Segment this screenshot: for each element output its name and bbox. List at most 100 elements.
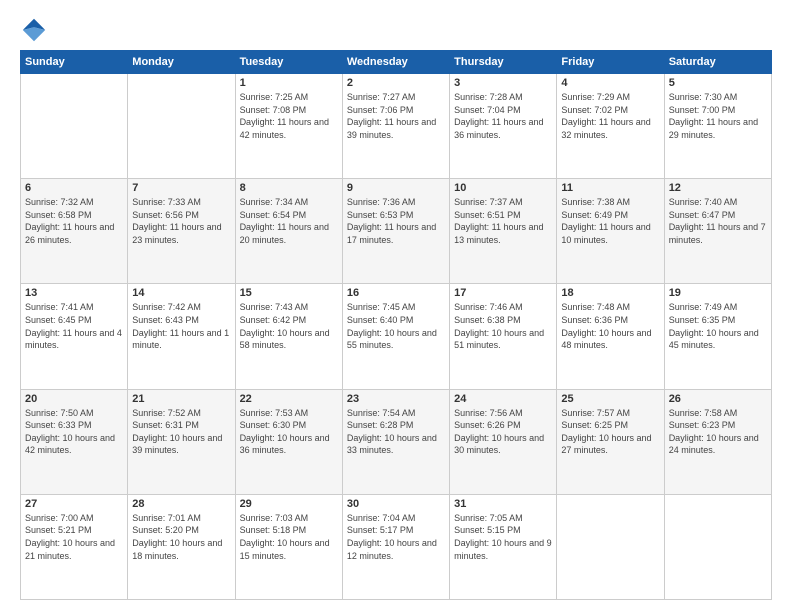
weekday-header-monday: Monday	[128, 51, 235, 74]
week-row-4: 27 Sunrise: 7:00 AM Sunset: 5:21 PM Dayli…	[21, 494, 772, 599]
day-number: 3	[454, 77, 552, 89]
day-info: Sunrise: 7:00 AM Sunset: 5:21 PM Dayligh…	[25, 512, 123, 562]
calendar-cell: 5 Sunrise: 7:30 AM Sunset: 7:00 PM Daylig…	[664, 74, 771, 179]
calendar-cell: 23 Sunrise: 7:54 AM Sunset: 6:28 PM Dayli…	[342, 389, 449, 494]
calendar-cell: 1Sunrise: 7:25 AM Sunset: 7:08 PM Daylig…	[235, 74, 342, 179]
day-info: Sunrise: 7:28 AM Sunset: 7:04 PM Dayligh…	[454, 91, 552, 141]
day-info: Sunrise: 7:40 AM Sunset: 6:47 PM Dayligh…	[669, 196, 767, 246]
day-info: Sunrise: 7:30 AM Sunset: 7:00 PM Dayligh…	[669, 91, 767, 141]
calendar-page: SundayMondayTuesdayWednesdayThursdayFrid…	[0, 0, 792, 612]
calendar-cell: 31 Sunrise: 7:05 AM Sunset: 5:15 PM Dayli…	[450, 494, 557, 599]
day-info: Sunrise: 7:32 AM Sunset: 6:58 PM Dayligh…	[25, 196, 123, 246]
day-info: Sunrise: 7:52 AM Sunset: 6:31 PM Dayligh…	[132, 407, 230, 457]
weekday-header-row: SundayMondayTuesdayWednesdayThursdayFrid…	[21, 51, 772, 74]
day-info: Sunrise: 7:57 AM Sunset: 6:25 PM Dayligh…	[561, 407, 659, 457]
day-number: 28	[132, 498, 230, 510]
week-row-2: 13 Sunrise: 7:41 AM Sunset: 6:45 PM Dayli…	[21, 284, 772, 389]
day-info: Sunrise: 7:58 AM Sunset: 6:23 PM Dayligh…	[669, 407, 767, 457]
calendar-cell: 14 Sunrise: 7:42 AM Sunset: 6:43 PM Dayli…	[128, 284, 235, 389]
day-info: Sunrise: 7:50 AM Sunset: 6:33 PM Dayligh…	[25, 407, 123, 457]
day-number: 15	[240, 287, 338, 299]
calendar-cell: 18 Sunrise: 7:48 AM Sunset: 6:36 PM Dayli…	[557, 284, 664, 389]
day-number: 11	[561, 182, 659, 194]
day-info: Sunrise: 7:53 AM Sunset: 6:30 PM Dayligh…	[240, 407, 338, 457]
week-row-1: 6 Sunrise: 7:32 AM Sunset: 6:58 PM Daylig…	[21, 179, 772, 284]
calendar-cell	[664, 494, 771, 599]
day-number: 10	[454, 182, 552, 194]
calendar-cell: 8 Sunrise: 7:34 AM Sunset: 6:54 PM Daylig…	[235, 179, 342, 284]
day-info: Sunrise: 7:54 AM Sunset: 6:28 PM Dayligh…	[347, 407, 445, 457]
day-number: 31	[454, 498, 552, 510]
calendar-cell: 19Sunrise: 7:49 AM Sunset: 6:35 PM Dayli…	[664, 284, 771, 389]
day-info: Sunrise: 7:42 AM Sunset: 6:43 PM Dayligh…	[132, 301, 230, 351]
day-info: Sunrise: 7:46 AM Sunset: 6:38 PM Dayligh…	[454, 301, 552, 351]
day-info: Sunrise: 7:43 AM Sunset: 6:42 PM Dayligh…	[240, 301, 338, 351]
day-info: Sunrise: 7:37 AM Sunset: 6:51 PM Dayligh…	[454, 196, 552, 246]
calendar-cell: 11 Sunrise: 7:38 AM Sunset: 6:49 PM Dayli…	[557, 179, 664, 284]
day-number: 23	[347, 393, 445, 405]
calendar-cell: 3 Sunrise: 7:28 AM Sunset: 7:04 PM Daylig…	[450, 74, 557, 179]
calendar-cell: 28 Sunrise: 7:01 AM Sunset: 5:20 PM Dayli…	[128, 494, 235, 599]
calendar-cell: 26 Sunrise: 7:58 AM Sunset: 6:23 PM Dayli…	[664, 389, 771, 494]
day-number: 20	[25, 393, 123, 405]
week-row-0: 1Sunrise: 7:25 AM Sunset: 7:08 PM Daylig…	[21, 74, 772, 179]
day-number: 16	[347, 287, 445, 299]
day-number: 2	[347, 77, 445, 89]
day-number: 22	[240, 393, 338, 405]
calendar-cell: 17Sunrise: 7:46 AM Sunset: 6:38 PM Dayli…	[450, 284, 557, 389]
calendar-cell: 12 Sunrise: 7:40 AM Sunset: 6:47 PM Dayli…	[664, 179, 771, 284]
calendar-cell	[128, 74, 235, 179]
day-number: 21	[132, 393, 230, 405]
day-info: Sunrise: 7:48 AM Sunset: 6:36 PM Dayligh…	[561, 301, 659, 351]
calendar-cell: 29Sunrise: 7:03 AM Sunset: 5:18 PM Dayli…	[235, 494, 342, 599]
calendar-cell: 9 Sunrise: 7:36 AM Sunset: 6:53 PM Daylig…	[342, 179, 449, 284]
calendar-cell: 20 Sunrise: 7:50 AM Sunset: 6:33 PM Dayli…	[21, 389, 128, 494]
calendar-cell	[557, 494, 664, 599]
calendar-cell: 15 Sunrise: 7:43 AM Sunset: 6:42 PM Dayli…	[235, 284, 342, 389]
calendar-cell: 13 Sunrise: 7:41 AM Sunset: 6:45 PM Dayli…	[21, 284, 128, 389]
day-number: 27	[25, 498, 123, 510]
day-info: Sunrise: 7:41 AM Sunset: 6:45 PM Dayligh…	[25, 301, 123, 351]
calendar-cell: 2 Sunrise: 7:27 AM Sunset: 7:06 PM Daylig…	[342, 74, 449, 179]
day-info: Sunrise: 7:38 AM Sunset: 6:49 PM Dayligh…	[561, 196, 659, 246]
day-number: 6	[25, 182, 123, 194]
calendar-table: SundayMondayTuesdayWednesdayThursdayFrid…	[20, 50, 772, 600]
day-number: 14	[132, 287, 230, 299]
day-number: 9	[347, 182, 445, 194]
day-number: 5	[669, 77, 767, 89]
day-info: Sunrise: 7:01 AM Sunset: 5:20 PM Dayligh…	[132, 512, 230, 562]
day-info: Sunrise: 7:33 AM Sunset: 6:56 PM Dayligh…	[132, 196, 230, 246]
day-number: 29	[240, 498, 338, 510]
calendar-cell: 7Sunrise: 7:33 AM Sunset: 6:56 PM Daylig…	[128, 179, 235, 284]
calendar-cell	[21, 74, 128, 179]
day-info: Sunrise: 7:27 AM Sunset: 7:06 PM Dayligh…	[347, 91, 445, 141]
calendar-cell: 6 Sunrise: 7:32 AM Sunset: 6:58 PM Daylig…	[21, 179, 128, 284]
weekday-header-tuesday: Tuesday	[235, 51, 342, 74]
calendar-cell: 21 Sunrise: 7:52 AM Sunset: 6:31 PM Dayli…	[128, 389, 235, 494]
day-number: 26	[669, 393, 767, 405]
day-number: 12	[669, 182, 767, 194]
day-number: 4	[561, 77, 659, 89]
day-info: Sunrise: 7:05 AM Sunset: 5:15 PM Dayligh…	[454, 512, 552, 562]
calendar-cell: 10 Sunrise: 7:37 AM Sunset: 6:51 PM Dayli…	[450, 179, 557, 284]
day-number: 24	[454, 393, 552, 405]
day-info: Sunrise: 7:56 AM Sunset: 6:26 PM Dayligh…	[454, 407, 552, 457]
day-info: Sunrise: 7:36 AM Sunset: 6:53 PM Dayligh…	[347, 196, 445, 246]
calendar-cell: 25 Sunrise: 7:57 AM Sunset: 6:25 PM Dayli…	[557, 389, 664, 494]
weekday-header-thursday: Thursday	[450, 51, 557, 74]
calendar-cell: 22 Sunrise: 7:53 AM Sunset: 6:30 PM Dayli…	[235, 389, 342, 494]
calendar-cell: 24 Sunrise: 7:56 AM Sunset: 6:26 PM Dayli…	[450, 389, 557, 494]
day-info: Sunrise: 7:34 AM Sunset: 6:54 PM Dayligh…	[240, 196, 338, 246]
day-info: Sunrise: 7:45 AM Sunset: 6:40 PM Dayligh…	[347, 301, 445, 351]
header	[20, 16, 772, 44]
weekday-header-wednesday: Wednesday	[342, 51, 449, 74]
week-row-3: 20 Sunrise: 7:50 AM Sunset: 6:33 PM Dayli…	[21, 389, 772, 494]
day-info: Sunrise: 7:04 AM Sunset: 5:17 PM Dayligh…	[347, 512, 445, 562]
day-number: 8	[240, 182, 338, 194]
weekday-header-sunday: Sunday	[21, 51, 128, 74]
day-number: 18	[561, 287, 659, 299]
day-info: Sunrise: 7:25 AM Sunset: 7:08 PM Dayligh…	[240, 91, 338, 141]
weekday-header-saturday: Saturday	[664, 51, 771, 74]
day-number: 13	[25, 287, 123, 299]
day-number: 25	[561, 393, 659, 405]
